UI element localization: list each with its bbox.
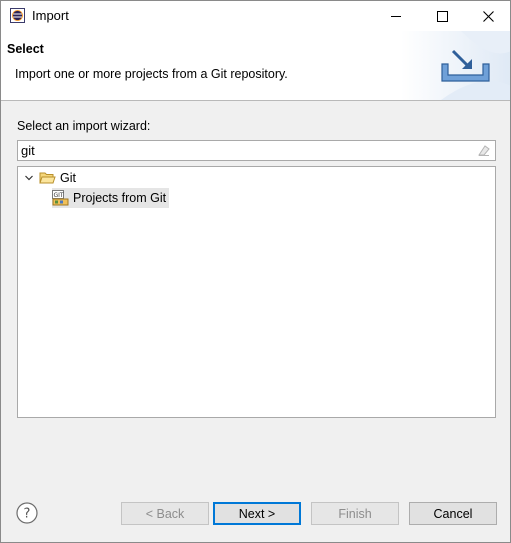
wizard-tree[interactable]: Git GIT Projects from Git xyxy=(17,166,496,418)
title-bar: Import xyxy=(1,1,510,31)
tree-category-label: Git xyxy=(60,171,76,185)
close-icon xyxy=(482,10,494,22)
tree-item-projects-from-git[interactable]: GIT Projects from Git xyxy=(52,188,170,208)
wizard-label: Select an import wizard: xyxy=(17,119,151,133)
git-projects-icon: GIT xyxy=(52,190,69,206)
eclipse-icon xyxy=(10,8,25,23)
tree-item-label: Projects from Git xyxy=(73,191,167,205)
minimize-button[interactable] xyxy=(373,1,419,31)
next-button[interactable]: Next > xyxy=(213,502,301,525)
import-dialog: Import Select Import one or more project… xyxy=(0,0,511,543)
chevron-down-icon[interactable] xyxy=(23,172,35,184)
folder-open-icon xyxy=(39,172,56,184)
svg-text:GIT: GIT xyxy=(54,192,64,199)
import-banner-icon xyxy=(401,31,510,100)
minimize-icon xyxy=(390,15,401,17)
clear-filter-icon[interactable] xyxy=(477,143,491,157)
back-button[interactable]: < Back xyxy=(121,502,209,525)
help-icon[interactable]: ? xyxy=(16,502,38,524)
filter-field[interactable] xyxy=(17,140,496,161)
finish-button[interactable]: Finish xyxy=(311,502,399,525)
window-title: Import xyxy=(32,8,69,23)
cancel-button[interactable]: Cancel xyxy=(409,502,497,525)
tree-category-git[interactable]: Git xyxy=(23,168,76,188)
svg-text:?: ? xyxy=(24,507,31,522)
wizard-header: Select Import one or more projects from … xyxy=(1,31,510,101)
page-description: Import one or more projects from a Git r… xyxy=(15,67,288,81)
maximize-icon xyxy=(436,10,448,22)
page-title: Select xyxy=(7,42,44,56)
maximize-button[interactable] xyxy=(419,1,465,31)
filter-input[interactable] xyxy=(18,141,474,160)
close-button[interactable] xyxy=(465,1,511,31)
